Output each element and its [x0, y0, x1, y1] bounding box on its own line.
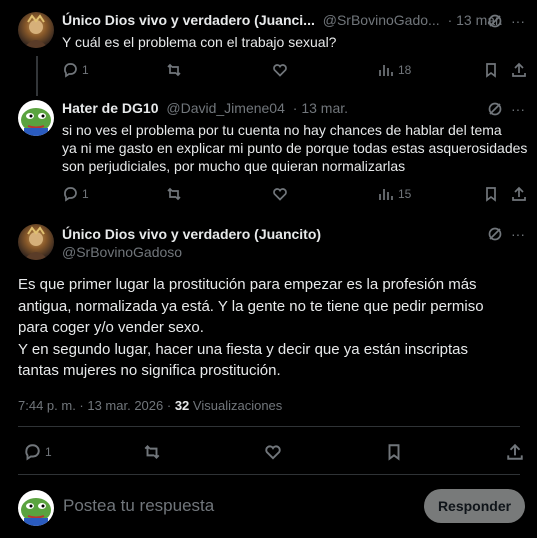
heart-icon	[273, 188, 287, 201]
author-handle[interactable]: @SrBovinoGado...	[323, 12, 440, 28]
more-icon[interactable]: ···	[511, 226, 525, 242]
like-button[interactable]	[272, 186, 288, 202]
retweet-icon	[144, 445, 160, 459]
grok-icon[interactable]	[487, 13, 503, 34]
views-count: 15	[398, 187, 412, 201]
reply-button[interactable]: 1	[62, 186, 89, 202]
tweet-text: si no ves el problema por tu cuenta no h…	[62, 122, 528, 174]
bookmark-icon	[486, 63, 496, 78]
divider	[18, 426, 520, 427]
grok-icon[interactable]	[487, 226, 503, 247]
like-button[interactable]	[272, 62, 288, 78]
divider	[18, 474, 520, 475]
tweet-header: Hater de DG10 @David_Jimene04 · 13 mar.	[62, 100, 348, 116]
bookmark-button[interactable]	[483, 186, 499, 202]
share-icon	[512, 62, 526, 77]
thread-line	[36, 56, 38, 96]
bookmark-icon	[388, 444, 400, 461]
reply-count: 1	[82, 63, 89, 77]
author-name[interactable]: Hater de DG10	[62, 100, 158, 116]
author-handle[interactable]: @SrBovinoGadoso	[62, 244, 182, 260]
grok-icon[interactable]	[487, 101, 503, 122]
retweet-button[interactable]	[143, 443, 161, 461]
reply-icon	[64, 63, 77, 78]
views-count: 32	[174, 398, 190, 413]
views-button[interactable]: 15	[378, 186, 411, 202]
reply-submit-button[interactable]: Responder	[424, 489, 525, 523]
tweet-text: Es que primer lugar la prostitución para…	[18, 276, 484, 379]
retweet-icon	[167, 187, 181, 201]
author-name[interactable]: Único Dios vivo y verdadero (Juancito)	[62, 226, 321, 242]
tweet-meta: 7:44 p. m. · 13 mar. 2026 · 32 Visualiza…	[18, 398, 282, 413]
tweet-text: Y cuál es el problema con el trabajo sex…	[62, 34, 337, 50]
heart-icon	[273, 64, 287, 77]
reply-button[interactable]: 1	[23, 443, 52, 461]
retweet-button[interactable]	[166, 62, 182, 78]
reply-count: 1	[45, 445, 52, 459]
avatar[interactable]	[18, 100, 54, 136]
retweet-button[interactable]	[166, 186, 182, 202]
share-button[interactable]	[511, 62, 527, 78]
avatar[interactable]	[18, 12, 54, 48]
heart-icon	[265, 445, 281, 460]
tweet-timestamp[interactable]: 7:44 p. m. · 13 mar. 2026 ·	[18, 398, 171, 413]
more-icon[interactable]: ···	[511, 101, 525, 117]
reply-icon	[25, 444, 40, 461]
reply-icon	[64, 187, 77, 202]
author-handle[interactable]: @David_Jimene04	[166, 100, 285, 116]
retweet-icon	[167, 63, 181, 77]
more-icon[interactable]: ···	[511, 13, 525, 29]
reply-count: 1	[82, 187, 89, 201]
reply-input[interactable]: Postea tu respuesta	[63, 496, 214, 516]
bookmark-icon	[486, 187, 496, 202]
views-label[interactable]: Visualizaciones	[193, 398, 282, 413]
views-button[interactable]: 18	[378, 62, 411, 78]
avatar[interactable]	[18, 224, 54, 260]
like-button[interactable]	[264, 443, 282, 461]
tweet-time[interactable]: · 13 mar.	[293, 100, 348, 116]
views-count: 18	[398, 63, 412, 77]
reply-button[interactable]: 1	[62, 62, 89, 78]
bookmark-button[interactable]	[385, 443, 403, 461]
views-icon	[379, 65, 393, 76]
share-button[interactable]	[511, 186, 527, 202]
share-button[interactable]	[506, 443, 524, 461]
bookmark-button[interactable]	[483, 62, 499, 78]
share-icon	[512, 186, 526, 201]
tweet-header: Único Dios vivo y verdadero (Juanci... @…	[62, 12, 503, 28]
avatar	[18, 490, 54, 526]
share-icon	[507, 443, 523, 460]
author-name[interactable]: Único Dios vivo y verdadero (Juanci...	[62, 12, 315, 28]
views-icon	[379, 189, 393, 200]
